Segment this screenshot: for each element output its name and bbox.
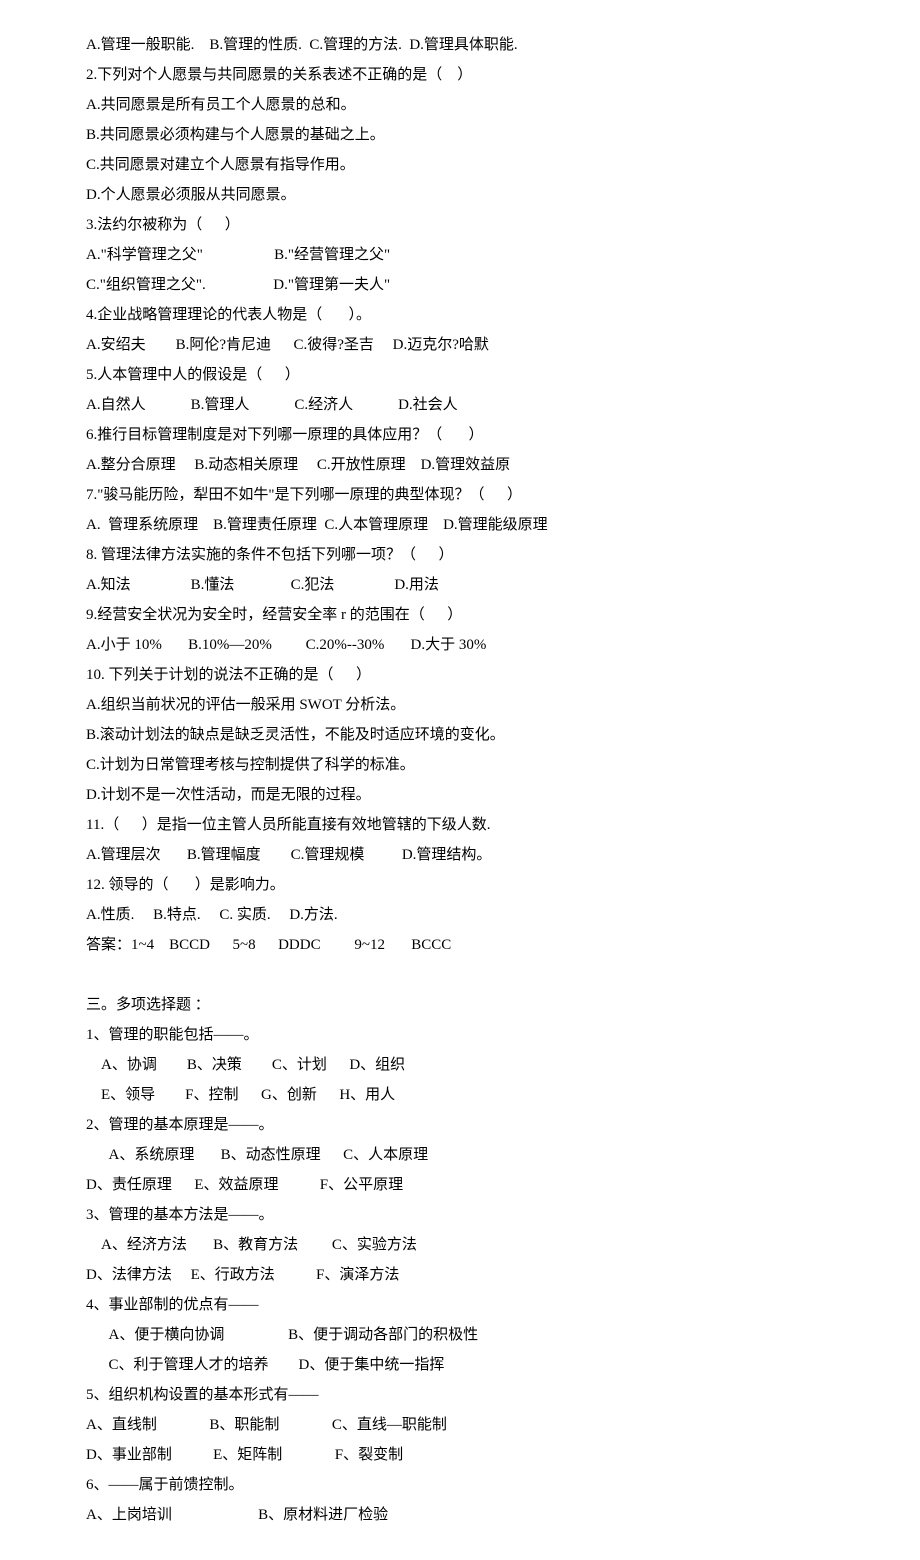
document-line: 答案：1~4 BCCD 5~8 DDDC 9~12 BCCC bbox=[86, 930, 834, 960]
document-line: 12. 领导的（ ）是影响力。 bbox=[86, 870, 834, 900]
document-line: A.管理一般职能. B.管理的性质. C.管理的方法. D.管理具体职能. bbox=[86, 30, 834, 60]
document-line: A.知法 B.懂法 C.犯法 D.用法 bbox=[86, 570, 834, 600]
document-line: D、责任原理 E、效益原理 F、公平原理 bbox=[86, 1170, 834, 1200]
document-line: C、利于管理人才的培养 D、便于集中统一指挥 bbox=[86, 1350, 834, 1380]
document-line: 6、——属于前馈控制。 bbox=[86, 1470, 834, 1500]
document-line: A. 管理系统原理 B.管理责任原理 C.人本管理原理 D.管理能级原理 bbox=[86, 510, 834, 540]
document-line: 11.（ ）是指一位主管人员所能直接有效地管辖的下级人数. bbox=[86, 810, 834, 840]
document-line: 10. 下列关于计划的说法不正确的是（ ） bbox=[86, 660, 834, 690]
document-line: C.共同愿景对建立个人愿景有指导作用。 bbox=[86, 150, 834, 180]
document-line: 三。多项选择题 ： bbox=[86, 990, 834, 1020]
document-line: 3.法约尔被称为（ ） bbox=[86, 210, 834, 240]
document-line: 2、管理的基本原理是——。 bbox=[86, 1110, 834, 1140]
document-line: 2.下列对个人愿景与共同愿景的关系表述不正确的是（ ） bbox=[86, 60, 834, 90]
document-line: 5.人本管理中人的假设是（ ） bbox=[86, 360, 834, 390]
document-line: A、上岗培训 B、原材料进厂检验 bbox=[86, 1500, 834, 1530]
document-line bbox=[86, 960, 834, 990]
document-line: 5、组织机构设置的基本形式有—— bbox=[86, 1380, 834, 1410]
document-line: C."组织管理之父". D."管理第一夫人" bbox=[86, 270, 834, 300]
document-line: D、法律方法 E、行政方法 F、演泽方法 bbox=[86, 1260, 834, 1290]
document-line: A.小于 10% B.10%—20% C.20%--30% D.大于 30% bbox=[86, 630, 834, 660]
document-line: C.计划为日常管理考核与控制提供了科学的标准。 bbox=[86, 750, 834, 780]
document-line: A.性质. B.特点. C. 实质. D.方法. bbox=[86, 900, 834, 930]
document-line: 9.经营安全状况为安全时，经营安全率 r 的范围在（ ） bbox=[86, 600, 834, 630]
document-line: A.整分合原理 B.动态相关原理 C.开放性原理 D.管理效益原 bbox=[86, 450, 834, 480]
document-line: A.共同愿景是所有员工个人愿景的总和。 bbox=[86, 90, 834, 120]
document-line: 7."骏马能历险，犁田不如牛"是下列哪一原理的典型体现？（ ） bbox=[86, 480, 834, 510]
document-line: A.组织当前状况的评估一般采用 SWOT 分析法。 bbox=[86, 690, 834, 720]
document-line: A、便于横向协调 B、便于调动各部门的积极性 bbox=[86, 1320, 834, 1350]
document-line: E、领导 F、控制 G、创新 H、用人 bbox=[86, 1080, 834, 1110]
document-line: A.管理层次 B.管理幅度 C.管理规模 D.管理结构。 bbox=[86, 840, 834, 870]
document-line: D.个人愿景必须服从共同愿景。 bbox=[86, 180, 834, 210]
document-line: A、协调 B、决策 C、计划 D、组织 bbox=[86, 1050, 834, 1080]
document-line: A、系统原理 B、动态性原理 C、人本原理 bbox=[86, 1140, 834, 1170]
document-line: A."科学管理之父" B."经营管理之父" bbox=[86, 240, 834, 270]
document-line: A.安绍夫 B.阿伦?肯尼迪 C.彼得?圣吉 D.迈克尔?哈默 bbox=[86, 330, 834, 360]
document-line: 8. 管理法律方法实施的条件不包括下列哪一项？（ ） bbox=[86, 540, 834, 570]
document-line: A.自然人 B.管理人 C.经济人 D.社会人 bbox=[86, 390, 834, 420]
document-line: 1、管理的职能包括——。 bbox=[86, 1020, 834, 1050]
document-line: A、直线制 B、职能制 C、直线—职能制 bbox=[86, 1410, 834, 1440]
document-line: 4、事业部制的优点有—— bbox=[86, 1290, 834, 1320]
document-line: A、经济方法 B、教育方法 C、实验方法 bbox=[86, 1230, 834, 1260]
document-line: D.计划不是一次性活动，而是无限的过程。 bbox=[86, 780, 834, 810]
document-line: 6.推行目标管理制度是对下列哪一原理的具体应用？（ ） bbox=[86, 420, 834, 450]
document-line: D、事业部制 E、矩阵制 F、裂变制 bbox=[86, 1440, 834, 1470]
document-line: B.滚动计划法的缺点是缺乏灵活性，不能及时适应环境的变化。 bbox=[86, 720, 834, 750]
document-line: 4.企业战略管理理论的代表人物是（ ）。 bbox=[86, 300, 834, 330]
document-line: 3、管理的基本方法是——。 bbox=[86, 1200, 834, 1230]
document-line: B.共同愿景必须构建与个人愿景的基础之上。 bbox=[86, 120, 834, 150]
